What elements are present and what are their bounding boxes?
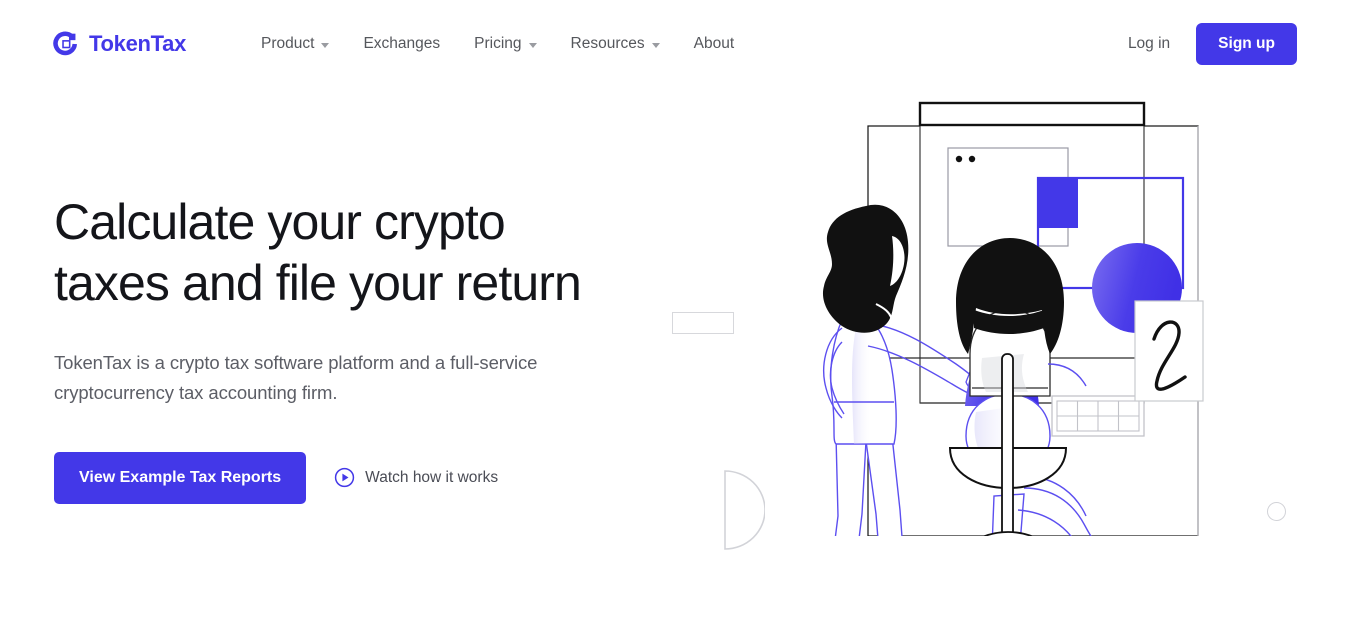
header-actions: Log in Sign up [1128,23,1297,65]
watch-how-it-works-label: Watch how it works [365,468,499,486]
nav-item-about[interactable]: About [677,25,752,63]
nav-item-pricing[interactable]: Pricing [457,25,553,63]
nav-item-label: Resources [570,35,645,52]
nav-item-product[interactable]: Product [244,25,346,63]
page-title: Calculate your crypto taxes and file you… [54,192,654,313]
page-title-line-2: taxes and file your return [54,254,582,311]
site-header: TokenTax Product Exchanges Pricing Resou… [0,0,1349,88]
brand-name: TokenTax [89,31,187,56]
hero-illustration [780,96,1250,566]
decorative-circle [1267,502,1286,521]
hero-subtitle: TokenTax is a crypto tax software platfo… [54,352,538,403]
nav-item-label: About [693,35,735,52]
login-link[interactable]: Log in [1128,35,1170,53]
decorative-semicircle [724,470,765,550]
play-circle-icon [334,468,355,488]
crypto-tax-illustration [822,101,1204,536]
tokentax-logo-icon [53,31,78,56]
page-title-line-1: Calculate your crypto [54,194,506,250]
chevron-down-icon [651,42,660,48]
view-example-tax-reports-button[interactable]: View Example Tax Reports [54,451,307,504]
signup-button[interactable]: Sign up [1196,23,1297,65]
nav-item-exchanges[interactable]: Exchanges [346,25,457,63]
hero-actions: View Example Tax Reports Watch how it wo… [54,451,654,504]
hero-section: Calculate your crypto taxes and file you… [0,88,1349,626]
nav-item-label: Product [261,35,315,52]
nav-item-resources[interactable]: Resources [554,25,677,63]
nav-item-label: Exchanges [363,35,441,52]
signature-card [1134,300,1204,402]
decorative-rectangle [672,312,734,334]
main-navigation: Product Exchanges Pricing Resources Abou… [244,25,751,63]
brand-logo-link[interactable]: TokenTax [52,30,186,58]
chevron-down-icon [321,42,330,48]
watch-how-it-works-link[interactable]: Watch how it works [334,467,498,488]
grid-table [1051,395,1145,437]
chevron-down-icon [528,42,537,48]
nav-item-label: Pricing [474,35,522,52]
hero-copy: Calculate your crypto taxes and file you… [54,192,654,504]
